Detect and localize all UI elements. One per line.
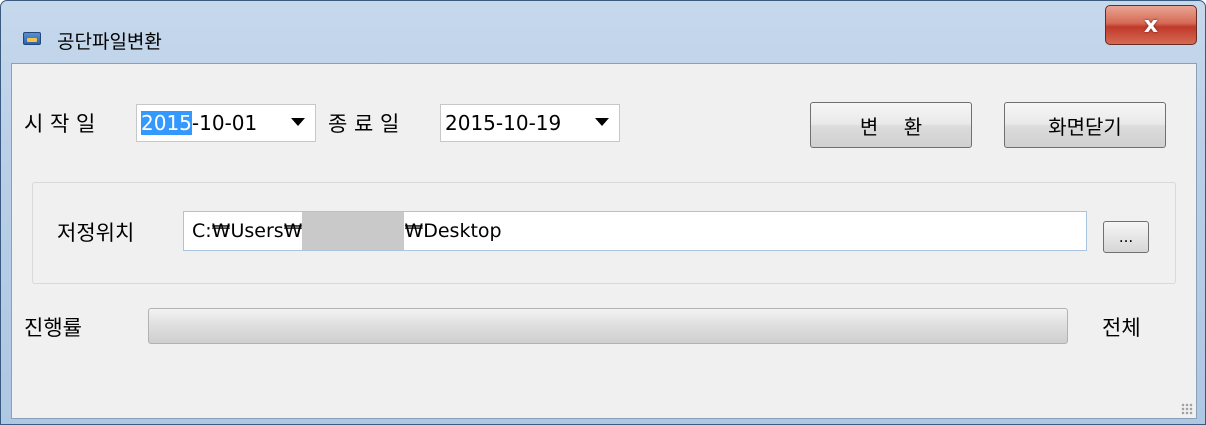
window-title: 공단파일변환 bbox=[57, 31, 162, 53]
save-location-label: 저정위치 bbox=[57, 221, 135, 245]
resize-grip-icon[interactable] bbox=[1181, 403, 1193, 415]
start-date-label: 시 작 일 bbox=[24, 112, 96, 136]
chevron-down-icon[interactable] bbox=[595, 118, 609, 126]
end-date-label: 종 료 일 bbox=[328, 112, 400, 136]
redacted-username bbox=[302, 212, 405, 250]
save-path-suffix: ₩Desktop bbox=[404, 220, 502, 242]
progress-total-label: 전체 bbox=[1102, 316, 1141, 340]
browse-button[interactable]: ... bbox=[1103, 221, 1149, 253]
ellipsis-icon: ... bbox=[1118, 228, 1134, 246]
app-window: 공단파일변환 x 시 작 일 2015-10-01 종 료 일 2015-10-… bbox=[0, 0, 1206, 425]
save-location-group: 저정위치 C:₩Users₩ ₩Desktop ... bbox=[32, 182, 1176, 284]
end-date-value[interactable]: 2015-10-19 bbox=[441, 111, 561, 135]
start-date-picker[interactable]: 2015-10-01 bbox=[136, 104, 316, 142]
convert-button-label: 변 환 bbox=[859, 114, 923, 139]
save-path-prefix: C:₩Users₩ bbox=[192, 220, 303, 242]
progress-label: 진행률 bbox=[24, 316, 82, 340]
client-area: 시 작 일 2015-10-01 종 료 일 2015-10-19 변 환 화면… bbox=[11, 63, 1197, 419]
start-date-selected-year: 2015 bbox=[141, 111, 192, 135]
start-date-rest: -10-01 bbox=[191, 111, 258, 135]
app-window-icon bbox=[23, 32, 41, 45]
window-close-button[interactable]: x bbox=[1105, 5, 1197, 45]
title-bar[interactable]: 공단파일변환 x bbox=[1, 1, 1205, 63]
save-path-input[interactable]: C:₩Users₩ ₩Desktop bbox=[183, 211, 1087, 251]
chevron-down-icon[interactable] bbox=[291, 118, 305, 126]
close-screen-button[interactable]: 화면닫기 bbox=[1004, 102, 1166, 148]
close-screen-button-label: 화면닫기 bbox=[1048, 114, 1122, 139]
end-date-picker[interactable]: 2015-10-19 bbox=[440, 104, 620, 142]
convert-button[interactable]: 변 환 bbox=[810, 102, 972, 148]
close-icon: x bbox=[1143, 12, 1159, 38]
start-date-value[interactable]: 2015-10-01 bbox=[137, 111, 257, 135]
progress-bar bbox=[148, 308, 1068, 344]
